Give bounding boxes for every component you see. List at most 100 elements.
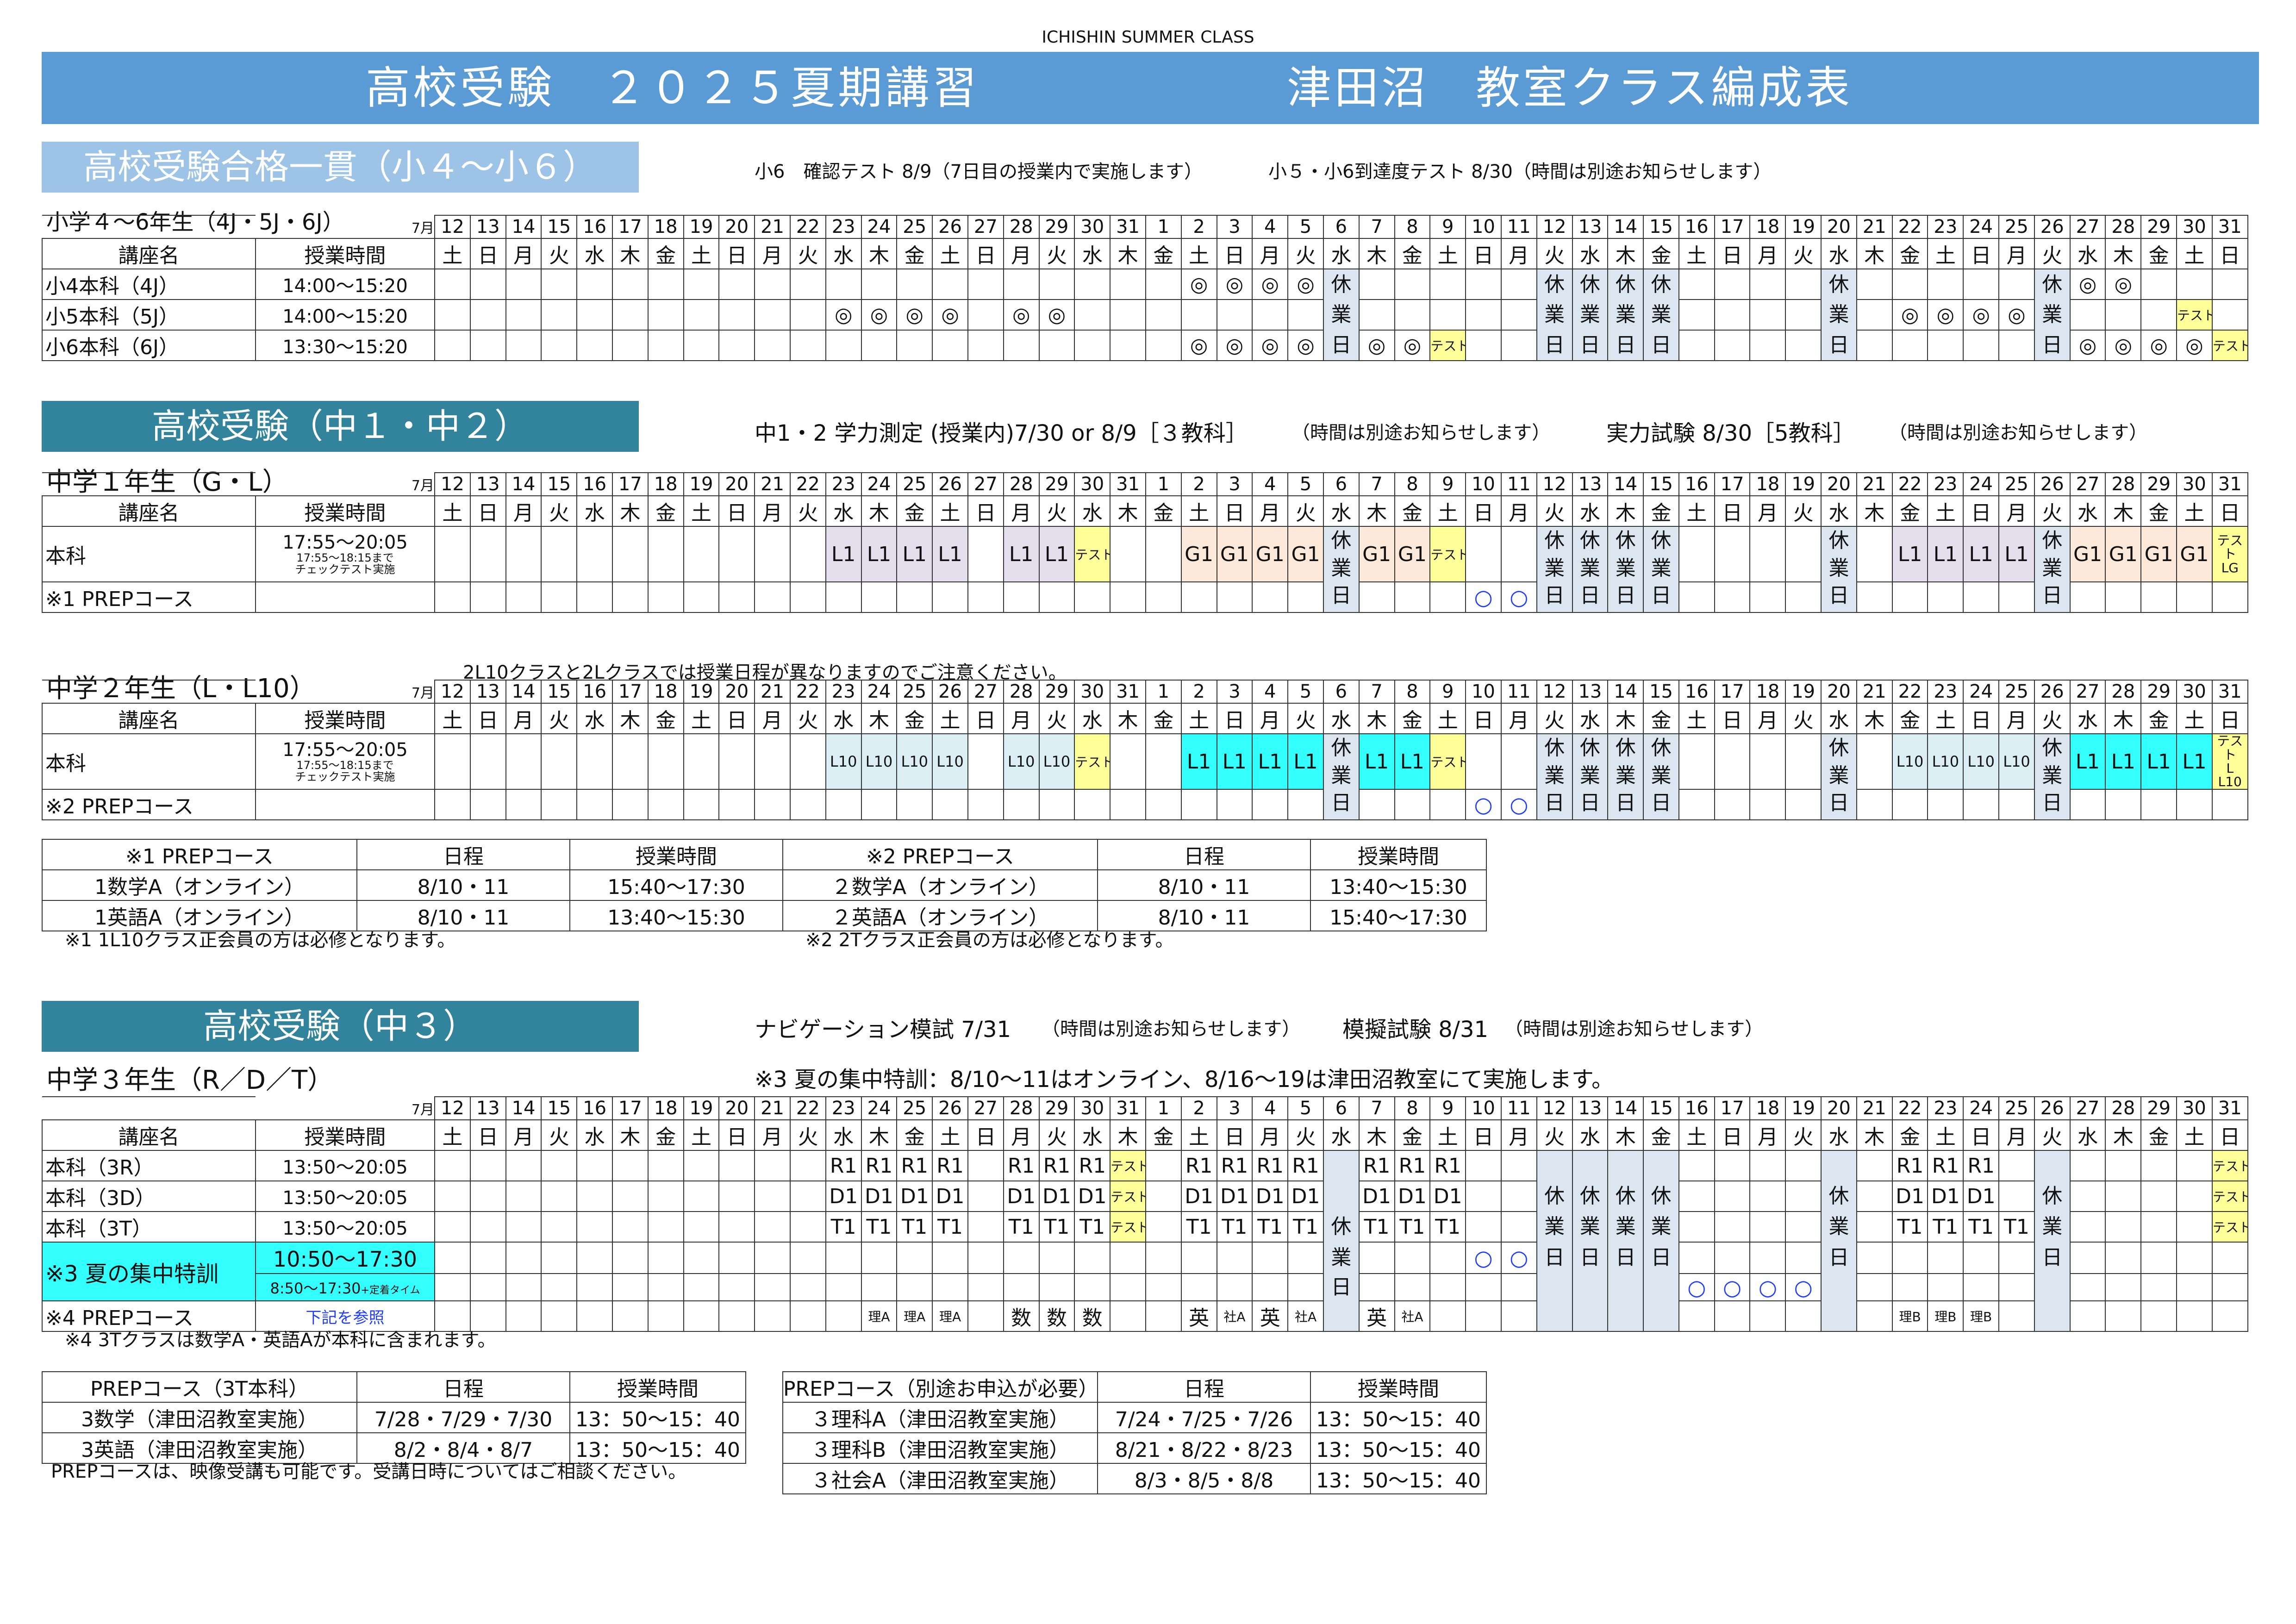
schedule-cell: [1678, 269, 1715, 300]
m3-row: 本科（3R） 13:50～20:05 R1 R1 R1 R1 R1 R1 R1 テスト R1 R1 R1…: [42, 1150, 2248, 1181]
schedule-cell: [1856, 269, 1893, 300]
weekday: 火: [1038, 1119, 1075, 1151]
m1-note1b: （時間は別途お知らせします）: [1292, 422, 1551, 443]
holiday-cell: [1572, 1301, 1609, 1332]
schedule-cell: [1003, 330, 1040, 361]
day-number: 6: [1323, 215, 1360, 239]
weekday: 木: [1110, 703, 1146, 734]
schedule-cell: D1: [1394, 1181, 1431, 1212]
info-row: 1数学A（オンライン） 8/10・11 15:40～17:30: [42, 869, 783, 901]
schedule-cell: [469, 733, 506, 790]
prep3-note: PREPコースは、映像受講も可能です。受講日時についてはご相談ください。: [51, 1461, 687, 1482]
weekday: 木: [1358, 238, 1395, 269]
info-cell: 13：50～15：40: [569, 1402, 746, 1433]
schedule-cell: [2211, 581, 2248, 613]
schedule-cell: [434, 1211, 471, 1243]
schedule-cell: [2176, 1150, 2213, 1181]
day-number: 3: [1216, 215, 1253, 239]
schedule-cell: [1110, 269, 1146, 300]
schedule-cell: [505, 1242, 542, 1274]
title-right: 津田沼 教室クラス編成表: [1287, 62, 1853, 114]
holiday-cell: [1572, 1150, 1609, 1181]
schedule-cell: [1714, 733, 1751, 790]
day-number: 26: [932, 1096, 968, 1120]
weekday: 火: [2034, 238, 2071, 269]
schedule-cell: [1145, 1242, 1182, 1274]
holiday-cell: 業: [1323, 300, 1360, 330]
schedule-cell: [1856, 1242, 1893, 1274]
weekday: 金: [896, 238, 933, 269]
weekday: 土: [683, 238, 720, 269]
day-number: 20: [1821, 1096, 1857, 1120]
schedule-cell: [754, 1273, 791, 1302]
schedule-cell: [2176, 1181, 2213, 1212]
course-name: 小5本科（5J）: [42, 299, 256, 331]
day-number: 17: [611, 472, 649, 496]
schedule-cell: [2069, 1242, 2106, 1274]
schedule-cell: [611, 526, 649, 582]
day-number: 4: [1252, 472, 1289, 496]
weekday: 土: [1180, 703, 1217, 734]
schedule-cell: [1074, 330, 1111, 361]
schedule-cell: [1038, 269, 1075, 300]
schedule-cell: [1252, 581, 1289, 613]
info-cell: 13:40～15:30: [1310, 869, 1487, 901]
day-number: 17: [1714, 1096, 1751, 1120]
holiday-cell: 日: [2034, 789, 2071, 820]
holiday-cell: 業: [1607, 300, 1644, 330]
m3-note3: ※3 夏の集中特訓：8/10～11はオンライン、8/16～19は津田沼教室にて実…: [755, 1067, 1614, 1093]
schedule-cell: [434, 1150, 471, 1181]
weekday: 月: [754, 1119, 791, 1151]
schedule-cell: T1: [825, 1211, 862, 1243]
schedule-cell: テスト: [1429, 330, 1466, 361]
schedule-cell: [718, 269, 755, 300]
schedule-cell: [611, 1300, 649, 1332]
special-time2: 8:50～17:30+定着タイム: [255, 1273, 435, 1302]
schedule-cell: [1678, 1211, 1715, 1243]
schedule-cell: [1252, 789, 1289, 820]
weekday: 火: [1038, 238, 1075, 269]
weekday: 日: [1216, 703, 1253, 734]
day-number: 27: [967, 680, 1004, 704]
m2-prep-row: ※2 PREPコース日 ○ ○ 日日日日日日: [42, 789, 2248, 820]
info-header: 日程: [356, 1371, 570, 1403]
schedule-cell: ○: [1678, 1273, 1715, 1302]
schedule-cell: [1856, 1150, 1893, 1181]
info-row: ２数学A（オンライン） 8/10・11 13:40～15:30: [782, 869, 1487, 901]
schedule-cell: [1500, 1300, 1537, 1332]
weekday: 日: [1216, 495, 1253, 527]
day-number: 23: [1927, 680, 1964, 704]
day-number-row: 7月 12 13 14 15 16 17 18 19 20 21 22 23 24 25 26 27 28 29 30…: [42, 680, 2248, 704]
schedule-cell: 英: [1180, 1300, 1217, 1332]
schedule-cell: [1785, 581, 1822, 613]
schedule-cell: [789, 1273, 826, 1302]
schedule-cell: [718, 299, 755, 331]
day-number: 30: [1074, 472, 1111, 496]
schedule-cell: L1: [1891, 526, 1928, 582]
elem-row: 小6本科（6J） 13:30～15:20 ◎ ◎ ◎ ◎ 日 ◎ ◎ テスト日日日日日日 ◎ ◎ ◎ ◎ テ…: [42, 330, 2248, 361]
schedule-cell: [1714, 789, 1751, 820]
info-header: 授業時間: [569, 839, 783, 870]
schedule-cell: [754, 733, 791, 790]
holiday-cell: [1821, 1274, 1857, 1301]
schedule-cell: [1038, 1242, 1075, 1274]
prep3-table: PREPコース（3T本科） 日程 授業時間 3数学（津田沼教室実施） 7/28・7/29…: [42, 1371, 746, 1464]
schedule-cell: [1785, 299, 1822, 331]
m1-schedule-table: 7月 12 13 14 15 16 17 18 19 20 21 22 23 24 25 26 27 28 29 30…: [42, 472, 2248, 613]
weekday: 土: [1180, 238, 1217, 269]
schedule-cell: [718, 789, 755, 820]
schedule-cell: L10: [896, 733, 933, 790]
info-cell: 8/21・8/22・8/23: [1097, 1432, 1311, 1464]
schedule-cell: [469, 581, 506, 613]
schedule-cell: [434, 733, 471, 790]
weekday: 日: [1216, 238, 1253, 269]
weekday: 土: [683, 495, 720, 527]
day-number: 28: [1003, 1096, 1040, 1120]
holiday-cell: 休: [1536, 269, 1573, 300]
schedule-cell: テスト: [1074, 526, 1111, 582]
schedule-cell: [967, 789, 1004, 820]
day-number: 31: [2211, 472, 2248, 496]
schedule-cell: [2069, 789, 2106, 820]
schedule-cell: [718, 1181, 755, 1212]
info-header: 授業時間: [1310, 839, 1487, 870]
